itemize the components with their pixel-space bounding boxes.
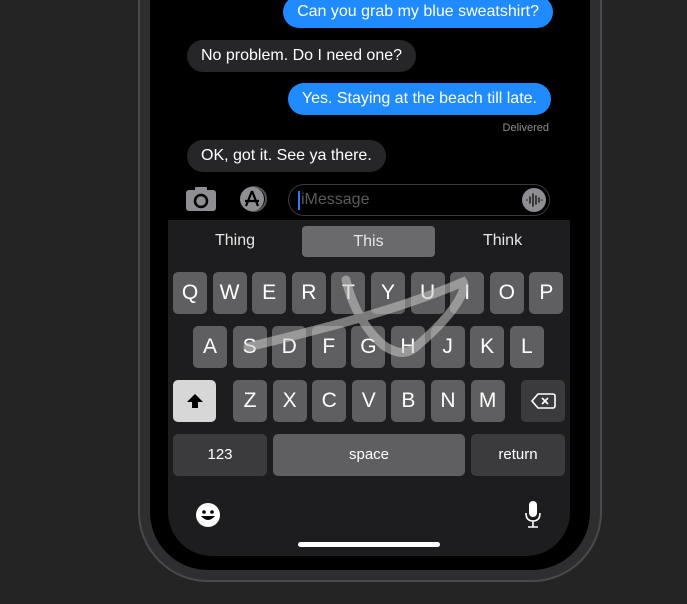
suggestion-think[interactable]: Think — [435, 220, 570, 262]
key-d[interactable]: D — [272, 326, 307, 368]
message-bubble-outgoing: Can you grab my blue sweatshirt? — [283, 0, 553, 28]
shift-key[interactable] — [173, 380, 216, 422]
key-r[interactable]: R — [291, 272, 326, 314]
keyboard: Thing This Think QWERTYUIOP ASDFGHJKL ZXCV… — [168, 220, 570, 556]
message-input[interactable]: iMessage — [288, 184, 550, 216]
text-caret — [298, 191, 300, 210]
key-s[interactable]: S — [232, 326, 267, 368]
backspace-icon — [530, 393, 556, 409]
key-x[interactable]: X — [272, 380, 307, 422]
return-key[interactable]: return — [471, 434, 565, 476]
key-p[interactable]: P — [529, 272, 564, 314]
home-indicator[interactable] — [298, 542, 440, 547]
key-a[interactable]: A — [193, 326, 227, 368]
suggestion-this[interactable]: This — [302, 226, 435, 257]
key-t[interactable]: T — [331, 272, 366, 314]
emoji-icon[interactable] — [195, 502, 221, 528]
space-key[interactable]: space — [273, 434, 465, 476]
key-o[interactable]: O — [489, 272, 524, 314]
key-i[interactable]: I — [450, 272, 485, 314]
key-v[interactable]: V — [351, 380, 386, 422]
numbers-key[interactable]: 123 — [173, 434, 267, 476]
key-z[interactable]: Z — [233, 380, 267, 422]
key-m[interactable]: M — [470, 380, 505, 422]
shift-arrow-icon — [186, 394, 203, 408]
messages-screen: Can you grab my blue sweatshirt? No prob… — [168, 0, 570, 556]
key-h[interactable]: H — [391, 326, 425, 368]
key-w[interactable]: W — [212, 272, 247, 314]
key-q[interactable]: Q — [173, 272, 207, 314]
key-j[interactable]: J — [430, 326, 465, 368]
key-l[interactable]: L — [509, 326, 544, 368]
delivered-status: Delivered — [502, 122, 549, 134]
suggestion-thing[interactable]: Thing — [168, 220, 302, 262]
key-g[interactable]: G — [351, 326, 386, 368]
message-bubble-outgoing: Yes. Staying at the beach till late. — [287, 83, 551, 115]
delete-key[interactable] — [521, 380, 565, 422]
message-bubble-incoming: OK, got it. See ya there. — [187, 140, 386, 172]
key-f[interactable]: F — [311, 326, 346, 368]
waveform-icon[interactable] — [521, 187, 547, 213]
key-y[interactable]: Y — [371, 272, 405, 314]
key-b[interactable]: B — [391, 380, 426, 422]
key-k[interactable]: K — [470, 326, 505, 368]
camera-icon[interactable] — [185, 186, 217, 212]
key-n[interactable]: N — [431, 380, 465, 422]
key-u[interactable]: U — [410, 272, 445, 314]
message-placeholder: iMessage — [301, 191, 370, 208]
message-bubble-incoming: No problem. Do I need one? — [187, 40, 417, 72]
microphone-icon[interactable] — [523, 500, 543, 530]
key-c[interactable]: C — [312, 380, 347, 422]
key-e[interactable]: E — [252, 272, 287, 314]
app-store-icon[interactable] — [235, 185, 273, 213]
